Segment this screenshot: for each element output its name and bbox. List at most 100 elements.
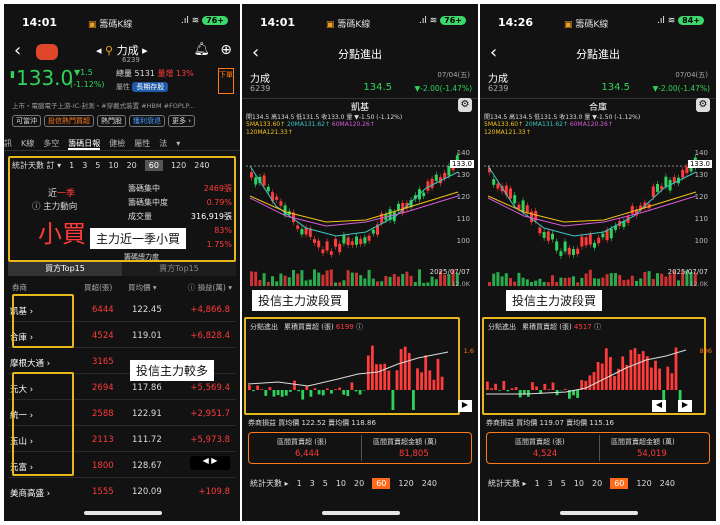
- flow-bar: [264, 390, 268, 396]
- quote-change: ▼-2.00(-1.47%): [652, 84, 710, 93]
- summary-value: 54,019: [637, 449, 667, 459]
- candlestick-chart[interactable]: [246, 136, 474, 288]
- flow-bar: [268, 387, 272, 390]
- tab-kline[interactable]: K線: [21, 139, 34, 148]
- gear-icon[interactable]: ⚙: [458, 98, 472, 112]
- summary-value: 6,444: [295, 449, 320, 459]
- col-header-avg[interactable]: 買均價 ▾: [128, 282, 157, 293]
- gear-icon[interactable]: ⚙: [696, 98, 710, 112]
- flow-bar: [494, 383, 497, 390]
- day-option-120[interactable]: 120: [171, 161, 186, 170]
- flow-bar: [658, 368, 661, 390]
- tab-attribute[interactable]: 屬性: [134, 139, 150, 148]
- flow-bar: [330, 390, 333, 394]
- day-option-3[interactable]: 3: [82, 161, 87, 170]
- volume-bar: [409, 275, 413, 286]
- status-time: 14:26: [498, 16, 534, 29]
- tab-health[interactable]: 健檢: [109, 139, 125, 148]
- add-icon[interactable]: ⊕: [220, 42, 232, 58]
- candle-body: [567, 247, 571, 255]
- play-icon[interactable]: ▶: [678, 400, 692, 412]
- days-label[interactable]: 統計天數 訂 ▾: [12, 160, 61, 171]
- volume-bar: [664, 276, 668, 286]
- tab-sell-top15[interactable]: 賣方Top15: [122, 262, 236, 276]
- chip-daytrade[interactable]: 可當沖: [12, 115, 41, 127]
- chip-hot[interactable]: 熱門股: [97, 115, 126, 127]
- order-button[interactable]: 下單: [218, 68, 234, 94]
- day-option-20[interactable]: 20: [354, 479, 364, 488]
- candlestick-chart[interactable]: [484, 136, 712, 288]
- days-label[interactable]: 統計天數 ▸: [488, 478, 527, 489]
- candle-body: [367, 235, 371, 241]
- volume-bar: [656, 273, 659, 286]
- volume-bar: [525, 279, 529, 286]
- table-row[interactable]: 美商高盛 › 1555 120.09 +109.8: [8, 478, 236, 504]
- broker-flow-chart[interactable]: [248, 334, 454, 410]
- tab-buy-top15[interactable]: 買方Top15: [8, 262, 122, 276]
- main-tabs: 訊 K線 多空 籌碼日報 健檢 屬性法 ▾: [4, 138, 189, 150]
- chip-more[interactable]: 更多 ›: [168, 115, 196, 127]
- col-header-buy[interactable]: 買超(張): [84, 282, 112, 293]
- day-option-120[interactable]: 120: [398, 479, 413, 488]
- chip-profit-down[interactable]: 獲利衰退: [129, 115, 165, 127]
- broker-flow-chart[interactable]: [486, 334, 692, 410]
- chip-trust-buy[interactable]: 投信熱門買超: [44, 115, 94, 127]
- robot-icon[interactable]: [36, 44, 58, 60]
- day-option-5[interactable]: 5: [561, 479, 566, 488]
- tab-bullbear[interactable]: 多空: [43, 139, 59, 148]
- day-option-240[interactable]: 240: [660, 479, 675, 488]
- broker-name[interactable]: 摩根大通 ›: [10, 357, 50, 369]
- day-option-3[interactable]: 3: [310, 479, 315, 488]
- candle-body: [262, 175, 266, 186]
- day-option-5[interactable]: 5: [95, 161, 100, 170]
- volume-bar: [401, 273, 405, 286]
- flow-bar: [399, 349, 403, 390]
- back-button[interactable]: ‹: [14, 40, 21, 61]
- day-option-240[interactable]: 240: [422, 479, 437, 488]
- tab-chip-daily[interactable]: 籌碼日報: [68, 139, 101, 150]
- day-option-10[interactable]: 10: [108, 161, 118, 170]
- buy-amount: 2694: [92, 383, 114, 393]
- col-header-pl[interactable]: ⓘ 損益(萬) ▾: [188, 282, 232, 293]
- day-option-1[interactable]: 1: [535, 479, 540, 488]
- day-option-20[interactable]: 20: [592, 479, 602, 488]
- day-option-240[interactable]: 240: [194, 161, 209, 170]
- day-option-60[interactable]: 60: [372, 478, 391, 489]
- day-option-1[interactable]: 1: [297, 479, 302, 488]
- quote-price: 134.5: [601, 82, 630, 93]
- days-label[interactable]: 統計天數 ▸: [250, 478, 289, 489]
- attribute-badge[interactable]: 長期存股: [132, 82, 169, 92]
- candle-body: [346, 237, 350, 245]
- day-option-1[interactable]: 1: [69, 161, 74, 170]
- tab-news[interactable]: 訊: [4, 139, 12, 148]
- bell-icon[interactable]: 🔔︎: [193, 42, 210, 57]
- y-axis-ticks: 140 130 120 110 100: [457, 138, 470, 256]
- day-option-60[interactable]: 60: [610, 478, 629, 489]
- home-indicator[interactable]: [560, 511, 638, 515]
- home-indicator[interactable]: [84, 511, 162, 515]
- day-option-20[interactable]: 20: [127, 161, 137, 170]
- footer-label: 券商損益: [486, 419, 514, 427]
- main-direction-label[interactable]: ⓘ 主力動向: [32, 200, 77, 212]
- day-option-10[interactable]: 10: [574, 479, 584, 488]
- chevron-down-icon[interactable]: ▾: [176, 139, 180, 148]
- buy-amount: 2588: [92, 409, 114, 419]
- pager-arrows[interactable]: ◀ ▶: [190, 456, 230, 470]
- volume-bar: [513, 281, 517, 286]
- play-icon[interactable]: ▶: [458, 400, 472, 412]
- day-option-5[interactable]: 5: [323, 479, 328, 488]
- tab-legal[interactable]: 法: [159, 139, 167, 148]
- app-logo-icon: ▣: [88, 20, 97, 30]
- day-option-120[interactable]: 120: [636, 479, 651, 488]
- day-option-60[interactable]: 60: [144, 160, 163, 171]
- home-indicator[interactable]: [322, 511, 400, 515]
- attribute-label: 屬性: [116, 83, 130, 91]
- candle-body: [350, 241, 354, 246]
- broker-name[interactable]: 美商高盛 ›: [10, 487, 50, 499]
- day-option-10[interactable]: 10: [336, 479, 346, 488]
- candle-body: [513, 195, 517, 204]
- day-option-3[interactable]: 3: [548, 479, 553, 488]
- profit-loss: +5,973.8: [190, 435, 230, 445]
- flow-bar: [600, 363, 604, 390]
- prev-icon[interactable]: ◀: [652, 400, 666, 412]
